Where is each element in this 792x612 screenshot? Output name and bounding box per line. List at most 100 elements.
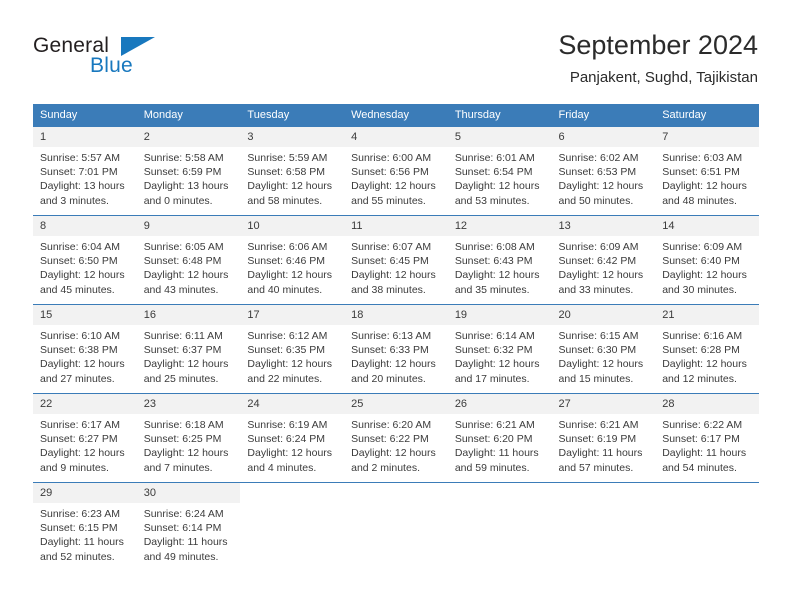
sunrise-time: Sunrise: 6:16 AM xyxy=(662,330,743,342)
sunset-time: Sunset: 6:45 PM xyxy=(351,255,429,268)
day-cell-content: 23 Sunrise: 6:18 AM Sunset: 6:25 PM Dayligh… xyxy=(136,394,241,482)
calendar-day-cell[interactable]: 15 Sunrise: 6:10 AM Sunset: 6:38 PM Dayligh… xyxy=(33,304,137,394)
calendar-day-cell[interactable]: 19 Sunrise: 6:14 AM Sunset: 6:32 PM Dayligh… xyxy=(447,304,552,394)
calendar-day-cell[interactable]: 9 Sunrise: 6:05 AM Sunset: 6:48 PM Daylight… xyxy=(136,215,241,305)
calendar-day-cell[interactable]: 21 Sunrise: 6:16 AM Sunset: 6:28 PM Dayligh… xyxy=(655,304,759,394)
calendar-day-cell[interactable]: 5 Sunrise: 6:01 AM Sunset: 6:54 PM Daylight… xyxy=(447,126,552,216)
daylight-duration-line1: Daylight: 12 hours xyxy=(247,269,333,282)
calendar-day-cell[interactable]: 11 Sunrise: 6:07 AM Sunset: 6:45 PM Dayligh… xyxy=(344,215,448,305)
day-sun-info: Sunrise: 6:18 AM Sunset: 6:25 PM Daylight:… xyxy=(137,414,241,475)
day-sun-info: Sunrise: 5:57 AM Sunset: 7:01 PM Daylight:… xyxy=(33,147,137,208)
calendar-day-cell[interactable]: 16 Sunrise: 6:11 AM Sunset: 6:37 PM Dayligh… xyxy=(136,304,241,394)
calendar-day-cell[interactable]: 25 Sunrise: 6:20 AM Sunset: 6:22 PM Dayligh… xyxy=(344,393,448,483)
sunrise-time: Sunrise: 6:00 AM xyxy=(351,152,432,164)
day-number: 26 xyxy=(447,394,552,414)
calendar-day-cell[interactable]: 10 Sunrise: 6:06 AM Sunset: 6:46 PM Dayligh… xyxy=(240,215,345,305)
daylight-duration-line2: and 49 minutes. xyxy=(143,550,219,563)
sunset-time: Sunset: 6:53 PM xyxy=(558,166,637,179)
calendar-day-cell[interactable]: 17 Sunrise: 6:12 AM Sunset: 6:35 PM Dayligh… xyxy=(240,304,345,394)
calendar-day-cell[interactable]: 20 Sunrise: 6:15 AM Sunset: 6:30 PM Dayligh… xyxy=(551,304,656,394)
daylight-duration-line2: and 57 minutes. xyxy=(558,461,634,474)
calendar-day-cell[interactable]: 28 Sunrise: 6:22 AM Sunset: 6:17 PM Dayligh… xyxy=(655,393,759,483)
day-sun-info: Sunrise: 6:17 AM Sunset: 6:27 PM Daylight:… xyxy=(33,414,137,475)
calendar-day-cell[interactable]: 27 Sunrise: 6:21 AM Sunset: 6:19 PM Dayligh… xyxy=(551,393,656,483)
sunset-time: Sunset: 6:30 PM xyxy=(558,344,637,357)
day-number: 23 xyxy=(136,394,241,414)
sunset-time: Sunset: 6:17 PM xyxy=(662,433,740,446)
calendar-day-cell[interactable]: 2 Sunrise: 5:58 AM Sunset: 6:59 PM Daylight… xyxy=(136,126,241,216)
daylight-duration-line1: Daylight: 12 hours xyxy=(40,358,125,371)
sunrise-time: Sunrise: 6:09 AM xyxy=(662,241,743,253)
day-sun-info: Sunrise: 6:19 AM Sunset: 6:24 PM Daylight:… xyxy=(240,414,344,475)
day-cell-content: 27 Sunrise: 6:21 AM Sunset: 6:19 PM Dayligh… xyxy=(551,394,656,482)
calendar-day-cell[interactable]: 6 Sunrise: 6:02 AM Sunset: 6:53 PM Daylight… xyxy=(551,126,656,216)
weekday-header-friday: Friday xyxy=(551,104,656,127)
sunrise-sunset-calendar: Sunday Monday Tuesday Wednesday Thursday… xyxy=(33,104,759,569)
calendar-day-cell[interactable]: 24 Sunrise: 6:19 AM Sunset: 6:24 PM Dayligh… xyxy=(240,393,345,483)
sunset-time: Sunset: 6:14 PM xyxy=(143,522,222,535)
calendar-day-cell[interactable]: 14 Sunrise: 6:09 AM Sunset: 6:40 PM Dayligh… xyxy=(655,215,759,305)
daylight-duration-line2: and 9 minutes. xyxy=(40,461,109,474)
day-cell-content: 30 Sunrise: 6:24 AM Sunset: 6:14 PM Dayligh… xyxy=(136,483,241,569)
daylight-duration-line1: Daylight: 12 hours xyxy=(40,447,125,460)
day-number: 29 xyxy=(33,483,137,503)
day-number: 17 xyxy=(240,305,345,325)
calendar-day-cell[interactable]: 12 Sunrise: 6:08 AM Sunset: 6:43 PM Dayligh… xyxy=(447,215,552,305)
calendar-day-cell[interactable]: 23 Sunrise: 6:18 AM Sunset: 6:25 PM Dayligh… xyxy=(136,393,241,483)
calendar-day-cell[interactable]: 30 Sunrise: 6:24 AM Sunset: 6:14 PM Dayligh… xyxy=(136,482,241,569)
day-number: 30 xyxy=(136,483,241,503)
daylight-duration-line1: Daylight: 12 hours xyxy=(351,447,436,460)
daylight-duration-line2: and 12 minutes. xyxy=(662,372,737,385)
weekday-header-thursday: Thursday xyxy=(447,104,552,127)
day-sun-info: Sunrise: 6:09 AM Sunset: 6:40 PM Daylight:… xyxy=(655,236,759,297)
calendar-day-cell[interactable]: 8 Sunrise: 6:04 AM Sunset: 6:50 PM Daylight… xyxy=(33,215,137,305)
day-cell-content: 12 Sunrise: 6:08 AM Sunset: 6:43 PM Dayligh… xyxy=(447,216,552,304)
day-cell-content: 25 Sunrise: 6:20 AM Sunset: 6:22 PM Dayligh… xyxy=(344,394,448,482)
general-blue-logo[interactable]: General Blue xyxy=(33,34,193,84)
calendar-body: 1 Sunrise: 5:57 AM Sunset: 7:01 PM Daylight… xyxy=(33,126,759,569)
daylight-duration-line1: Daylight: 12 hours xyxy=(454,358,540,371)
calendar-day-cell[interactable]: 13 Sunrise: 6:09 AM Sunset: 6:42 PM Dayligh… xyxy=(551,215,656,305)
day-sun-info: Sunrise: 6:09 AM Sunset: 6:42 PM Daylight:… xyxy=(552,236,656,297)
sunrise-time: Sunrise: 6:13 AM xyxy=(351,330,432,342)
day-sun-info: Sunrise: 6:21 AM Sunset: 6:20 PM Daylight:… xyxy=(448,414,552,475)
daylight-duration-line1: Daylight: 12 hours xyxy=(662,269,747,282)
calendar-day-cell[interactable]: 18 Sunrise: 6:13 AM Sunset: 6:33 PM Dayligh… xyxy=(344,304,448,394)
daylight-duration-line1: Daylight: 13 hours xyxy=(143,180,229,193)
calendar-day-cell[interactable]: 26 Sunrise: 6:21 AM Sunset: 6:20 PM Dayligh… xyxy=(447,393,552,483)
sunrise-time: Sunrise: 6:20 AM xyxy=(351,419,432,431)
day-sun-info: Sunrise: 6:20 AM Sunset: 6:22 PM Daylight:… xyxy=(344,414,448,475)
day-sun-info: Sunrise: 6:06 AM Sunset: 6:46 PM Daylight:… xyxy=(240,236,344,297)
sunset-time: Sunset: 6:22 PM xyxy=(351,433,429,446)
day-number: 5 xyxy=(447,127,552,147)
daylight-duration-line2: and 43 minutes. xyxy=(143,283,219,296)
day-cell-content: 20 Sunrise: 6:15 AM Sunset: 6:30 PM Dayligh… xyxy=(551,305,656,393)
day-cell-content: 3 Sunrise: 5:59 AM Sunset: 6:58 PM Daylight… xyxy=(240,127,345,215)
sunrise-time: Sunrise: 6:17 AM xyxy=(40,419,120,431)
day-cell-content: 26 Sunrise: 6:21 AM Sunset: 6:20 PM Dayligh… xyxy=(447,394,552,482)
day-number: 8 xyxy=(33,216,137,236)
calendar-header-row: Sunday Monday Tuesday Wednesday Thursday… xyxy=(33,104,759,127)
weekday-header-monday: Monday xyxy=(136,104,241,127)
calendar-day-cell[interactable]: 29 Sunrise: 6:23 AM Sunset: 6:15 PM Dayligh… xyxy=(33,482,137,569)
calendar-day-cell[interactable]: 1 Sunrise: 5:57 AM Sunset: 7:01 PM Daylight… xyxy=(33,126,137,216)
day-sun-info: Sunrise: 6:10 AM Sunset: 6:38 PM Daylight:… xyxy=(33,325,137,386)
sunrise-time: Sunrise: 5:58 AM xyxy=(143,152,224,164)
sunrise-time: Sunrise: 6:19 AM xyxy=(247,419,328,431)
calendar-day-cell[interactable]: 7 Sunrise: 6:03 AM Sunset: 6:51 PM Daylight… xyxy=(655,126,759,216)
calendar-week-row: 29 Sunrise: 6:23 AM Sunset: 6:15 PM Dayligh… xyxy=(33,482,759,569)
day-number: 16 xyxy=(136,305,241,325)
sunset-time: Sunset: 6:46 PM xyxy=(247,255,326,268)
sunset-time: Sunset: 6:27 PM xyxy=(40,433,118,446)
day-cell-content: 8 Sunrise: 6:04 AM Sunset: 6:50 PM Daylight… xyxy=(33,216,137,304)
calendar-day-cell[interactable]: 3 Sunrise: 5:59 AM Sunset: 6:58 PM Daylight… xyxy=(240,126,345,216)
day-cell-content: 13 Sunrise: 6:09 AM Sunset: 6:42 PM Dayligh… xyxy=(551,216,656,304)
daylight-duration-line1: Daylight: 13 hours xyxy=(40,180,125,193)
day-number: 12 xyxy=(447,216,552,236)
sunset-time: Sunset: 6:40 PM xyxy=(662,255,740,268)
daylight-duration-line1: Daylight: 12 hours xyxy=(247,180,333,193)
day-number xyxy=(655,483,759,503)
calendar-day-cell[interactable]: 22 Sunrise: 6:17 AM Sunset: 6:27 PM Dayligh… xyxy=(33,393,137,483)
calendar-day-cell[interactable]: 4 Sunrise: 6:00 AM Sunset: 6:56 PM Daylight… xyxy=(344,126,448,216)
day-cell-content: 4 Sunrise: 6:00 AM Sunset: 6:56 PM Daylight… xyxy=(344,127,448,215)
